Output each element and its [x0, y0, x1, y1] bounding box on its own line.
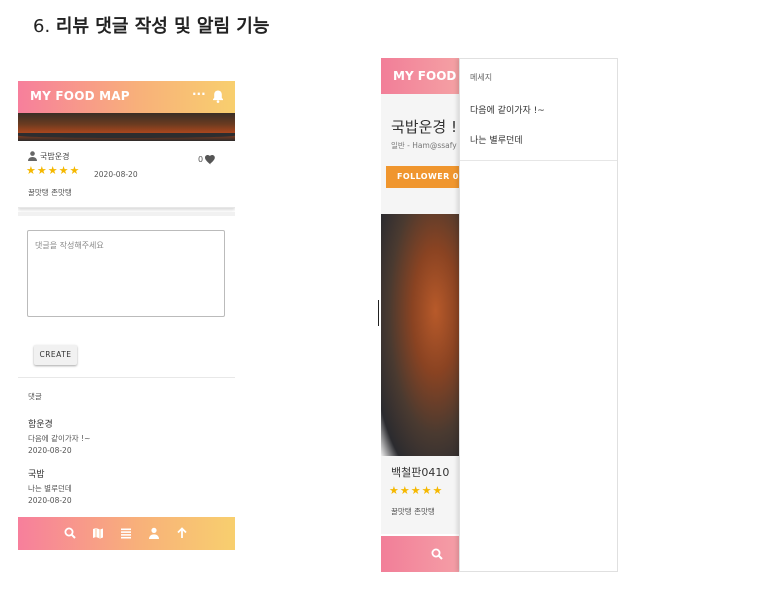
restaurant-name: 국밥운경 ! [391, 118, 457, 136]
text-cursor [378, 300, 379, 326]
comment-date: 2020-08-20 [28, 446, 72, 455]
app-title[interactable]: MY FOOD MAP [30, 89, 130, 103]
comment-text: 나는 별루던데 [28, 484, 72, 493]
person-icon[interactable] [148, 527, 160, 539]
map-icon[interactable] [92, 527, 104, 539]
phone-review-comments: MY FOOD MAP ··· 국밥운경 0 ★★★★★ 2020-08-20 … [18, 81, 235, 550]
bottom-nav [18, 517, 235, 550]
phone-notifications: MY FOOD M 국밥운경 ! 일반 - Ham@ssafy FOLLOWER… [381, 58, 618, 572]
drawer-divider [460, 160, 617, 161]
notification-drawer: 메세지 다음에 같이가자 !~ 나는 별루던데 [459, 58, 618, 572]
section-heading: 6. 리뷰 댓글 작성 및 알림 기능 [33, 12, 269, 38]
notification-item[interactable]: 다음에 같이가자 !~ [470, 103, 545, 116]
food-photo [381, 214, 459, 456]
page: 6. 리뷰 댓글 작성 및 알림 기능 MY FOOD MAP ··· 국밥운경… [0, 0, 773, 602]
star-rating: ★★★★★ [389, 484, 444, 497]
heart-icon[interactable] [205, 155, 216, 165]
review-text: 꿀맛탱 존맛탱 [391, 507, 435, 516]
notification-item[interactable]: 나는 별루던데 [470, 133, 523, 146]
create-button[interactable]: CREATE [34, 345, 77, 365]
comment-item: 함운경 다음에 같이가자 !~ 2020-08-20 [28, 417, 218, 455]
follower-button[interactable]: FOLLOWER 0 [386, 166, 459, 188]
bottom-nav [381, 536, 459, 572]
app-header: MY FOOD MAP ··· [18, 81, 235, 113]
review-card: 백철판0410 ★★★★★ 꿀맛탱 존맛탱 [381, 456, 459, 534]
divider [18, 377, 235, 378]
like-count: 0 [198, 155, 204, 164]
heading-number: 6. [33, 16, 51, 37]
comment-author: 함운경 [28, 420, 53, 430]
bell-icon[interactable] [212, 90, 224, 103]
review-card: 국밥운경 0 ★★★★★ 2020-08-20 꿀맛탱 존맛탱 [18, 143, 235, 208]
comment-text: 다음에 같이가자 !~ [28, 434, 91, 443]
app-header: MY FOOD M [381, 58, 473, 94]
comment-input[interactable]: 댓글을 작성해주세요 [27, 230, 225, 317]
heading-text: 리뷰 댓글 작성 및 알림 기능 [55, 16, 270, 37]
food-photo [18, 113, 235, 141]
arrow-up-icon[interactable] [176, 527, 188, 539]
restaurant-info: 국밥운경 ! 일반 - Ham@ssafy FOLLOWER 0 [381, 94, 459, 214]
search-icon[interactable] [64, 527, 76, 539]
review-date: 2020-08-20 [94, 170, 138, 179]
star-rating: ★★★★★ [26, 164, 81, 177]
review-title: 백철판0410 [391, 466, 450, 479]
review-user: 국밥운경 [40, 152, 70, 161]
comment-date: 2020-08-20 [28, 496, 72, 505]
more-icon[interactable]: ··· [192, 87, 206, 101]
person-icon [28, 151, 37, 161]
comment-author: 국밥 [28, 470, 45, 480]
search-icon[interactable] [431, 548, 443, 560]
review-text: 꿀맛탱 존맛탱 [28, 188, 72, 197]
list-icon[interactable] [120, 527, 132, 539]
section-divider [18, 212, 235, 216]
drawer-title: 메세지 [470, 73, 493, 82]
restaurant-subtitle: 일반 - Ham@ssafy [391, 141, 457, 150]
comment-item: 국밥 나는 별루던데 2020-08-20 [28, 467, 218, 505]
comments-label: 댓글 [28, 392, 42, 401]
